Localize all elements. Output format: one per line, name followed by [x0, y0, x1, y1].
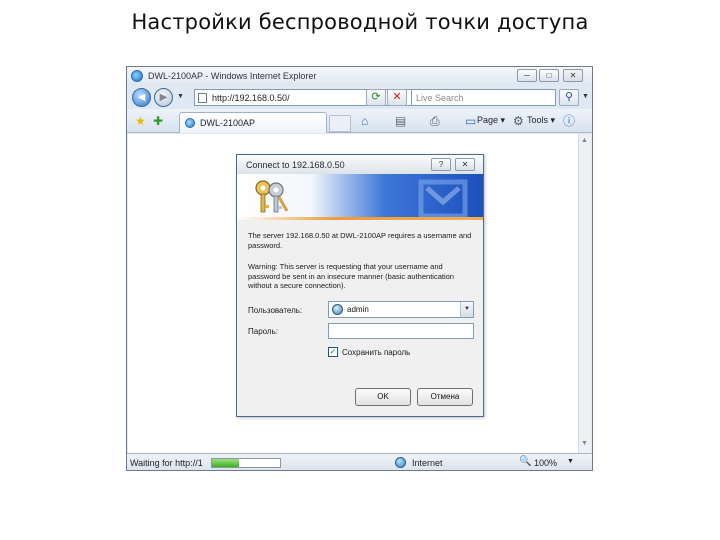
tools-gear-icon: ⚙: [513, 114, 524, 128]
search-input[interactable]: Live Search: [411, 89, 556, 106]
tab-page-icon: [185, 118, 195, 128]
loading-progress-bar: [211, 458, 281, 468]
favorites-star-icon[interactable]: ★: [135, 114, 146, 128]
login-dialog: Connect to 192.168.0.50 ? ✕ The server 1…: [236, 154, 484, 417]
banner-decoration-icon: [418, 179, 468, 218]
dialog-warning: Warning: This server is requesting that …: [248, 262, 454, 290]
slide-title: Настройки беспроводной точки доступа: [131, 10, 589, 34]
back-button[interactable]: ◀: [132, 88, 151, 107]
username-combobox[interactable]: admin ▼: [328, 301, 474, 318]
username-dropdown-button[interactable]: ▼: [460, 302, 473, 317]
tools-menu[interactable]: Tools ▾: [527, 115, 555, 126]
window-title: DWL-2100AP - Windows Internet Explorer: [148, 71, 317, 81]
internet-zone-icon: [395, 457, 406, 468]
dialog-titlebar: Connect to 192.168.0.50 ? ✕: [237, 155, 483, 174]
remember-password-label[interactable]: Сохранить пароль: [342, 348, 410, 357]
close-button[interactable]: ✕: [563, 69, 583, 82]
scroll-down-arrow-icon[interactable]: ▼: [581, 440, 588, 447]
refresh-button[interactable]: ⟳: [366, 89, 386, 106]
banner-accent-stripe: [237, 217, 483, 220]
dialog-help-button[interactable]: ?: [431, 158, 451, 171]
progress-fill: [212, 459, 240, 467]
tab-toolbar: ★ ✚ DWL-2100AP ⌂ ▤ ⎙ ▭ Page ▾ ⚙ Tools ▾ …: [127, 109, 592, 133]
print-icon[interactable]: ⎙: [430, 114, 440, 128]
minimize-button[interactable]: ─: [517, 69, 537, 82]
home-icon[interactable]: ⌂: [361, 114, 368, 128]
cancel-button[interactable]: Отмена: [417, 388, 473, 406]
zoom-level[interactable]: 100%: [534, 458, 557, 468]
search-placeholder: Live Search: [416, 93, 464, 103]
username-value[interactable]: admin: [347, 305, 369, 314]
recent-pages-dropdown[interactable]: ▼: [177, 93, 184, 100]
window-titlebar: DWL-2100AP - Windows Internet Explorer ─…: [127, 67, 592, 85]
forward-button[interactable]: ▶: [154, 88, 173, 107]
password-field[interactable]: [328, 323, 474, 339]
navigation-bar: ◀ ▶ ▼ http://192.168.0.50/ ▼ ⟳ ✕ Live Se…: [127, 85, 592, 109]
security-zone-label: Internet: [412, 458, 443, 468]
keys-icon: [255, 180, 289, 213]
new-tab-button[interactable]: [329, 115, 351, 132]
password-label: Пароль:: [248, 327, 278, 336]
zoom-magnifier-icon[interactable]: 🔍: [519, 456, 531, 467]
status-bar: Waiting for http://1 Internet 🔍 100% ▼: [127, 453, 592, 470]
tab-dwl-2100ap[interactable]: DWL-2100AP: [179, 112, 327, 133]
remember-password-checkbox[interactable]: ✓: [328, 347, 338, 357]
user-icon: [332, 304, 343, 315]
dialog-message: The server 192.168.0.50 at DWL-2100AP re…: [248, 231, 472, 250]
page-menu[interactable]: Page ▾: [477, 115, 505, 126]
ok-button[interactable]: OK: [355, 388, 411, 406]
page-icon: [198, 93, 207, 103]
scroll-up-arrow-icon[interactable]: ▲: [581, 137, 588, 144]
status-text: Waiting for http://1: [130, 458, 203, 468]
zoom-dropdown-icon[interactable]: ▼: [567, 458, 574, 465]
add-favorite-icon[interactable]: ✚: [153, 114, 163, 128]
ie-logo-icon: [131, 70, 143, 82]
help-icon[interactable]: ⓘ: [563, 114, 575, 128]
username-label: Пользователь:: [248, 306, 303, 315]
feeds-icon[interactable]: ▤: [395, 114, 406, 128]
dialog-title: Connect to 192.168.0.50: [246, 160, 345, 170]
maximize-button[interactable]: □: [539, 69, 559, 82]
search-options-dropdown[interactable]: ▼: [582, 93, 589, 100]
address-text[interactable]: http://192.168.0.50/: [212, 93, 290, 103]
search-button[interactable]: ⚲: [559, 89, 579, 106]
dialog-banner: [237, 174, 483, 220]
stop-button[interactable]: ✕: [387, 89, 407, 106]
dialog-close-button[interactable]: ✕: [455, 158, 475, 171]
vertical-scrollbar[interactable]: ▲ ▼: [578, 134, 591, 453]
tab-label: DWL-2100AP: [200, 118, 256, 128]
page-icon: ▭: [465, 114, 477, 128]
